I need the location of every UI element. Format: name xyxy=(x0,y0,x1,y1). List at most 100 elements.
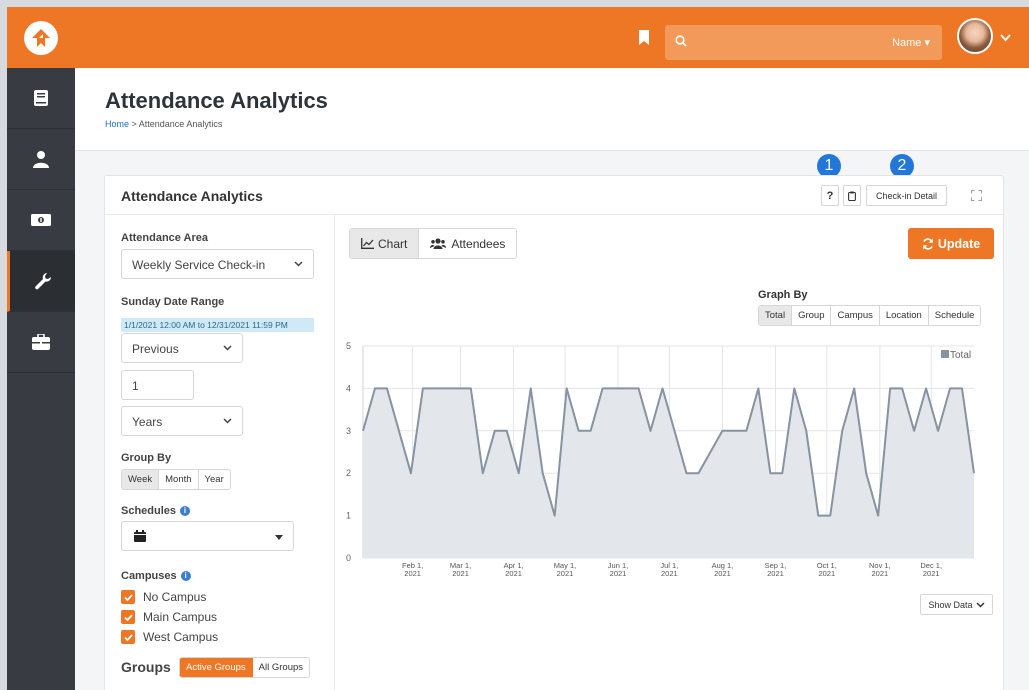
group-by-toggle: Week Month Year xyxy=(121,469,231,490)
y-tick-label: 0 xyxy=(346,553,351,563)
money-icon xyxy=(31,214,51,226)
chevron-down-icon xyxy=(975,601,985,608)
calendar-icon xyxy=(134,530,146,542)
search-input[interactable] xyxy=(695,31,875,54)
person-icon xyxy=(33,151,49,168)
y-tick-label: 3 xyxy=(346,426,351,436)
checkbox-checked-icon xyxy=(121,630,135,644)
attendance-panel: Attendance Analytics ? Check-in Detail A… xyxy=(104,175,1004,690)
graph-by-group[interactable]: Group xyxy=(792,306,832,325)
page-header: Attendance Analytics Home > Attendance A… xyxy=(75,68,1029,151)
panel-title: Attendance Analytics xyxy=(121,188,263,204)
x-tick-label-year: 2021 xyxy=(661,569,678,578)
legend-swatch-total xyxy=(941,350,949,358)
campus-label: No Campus xyxy=(143,590,207,604)
range-type-value: Previous xyxy=(132,342,179,356)
sidebar-item-admin[interactable] xyxy=(7,312,75,373)
info-icon[interactable]: i xyxy=(180,506,191,517)
search-bar: Name ▾ xyxy=(665,25,942,60)
clipboard-button[interactable] xyxy=(843,185,861,206)
range-unit-select[interactable]: Years xyxy=(121,406,243,436)
wrench-icon xyxy=(34,273,51,290)
x-tick-label-year: 2021 xyxy=(610,569,627,578)
help-button[interactable]: ? xyxy=(821,185,839,206)
update-button[interactable]: Update xyxy=(908,228,994,259)
show-data-label: Show Data xyxy=(928,599,973,610)
page-title: Attendance Analytics xyxy=(105,88,328,113)
fullscreen-icon[interactable] xyxy=(971,190,982,204)
legend-label-total: Total xyxy=(950,350,971,361)
chevron-down-icon xyxy=(294,261,303,267)
y-tick-label: 1 xyxy=(346,511,351,521)
campus-checkbox-west-campus[interactable]: West Campus xyxy=(121,630,218,644)
checkin-detail-button[interactable]: Check-in Detail xyxy=(866,185,947,206)
clipboard-icon xyxy=(848,191,856,201)
schedules-picker[interactable] xyxy=(121,521,294,551)
sidebar xyxy=(7,68,75,690)
schedules-label-text: Schedules xyxy=(121,505,177,517)
range-number-value: 1 xyxy=(132,379,139,393)
graph-by-location[interactable]: Location xyxy=(879,306,929,325)
campus-checkbox-main-campus[interactable]: Main Campus xyxy=(121,610,217,624)
range-unit-value: Years xyxy=(132,415,163,429)
breadcrumb-home-link[interactable]: Home xyxy=(105,119,129,129)
rock-logo[interactable] xyxy=(7,7,75,68)
campuses-label-text: Campuses xyxy=(121,570,177,582)
sidebar-item-tools[interactable] xyxy=(7,251,75,312)
briefcase-icon xyxy=(32,334,50,350)
x-tick-label-year: 2021 xyxy=(505,569,522,578)
graph-by-label: Graph By xyxy=(758,289,808,301)
sidebar-item-people[interactable] xyxy=(7,129,75,190)
refresh-icon xyxy=(922,237,933,250)
breadcrumb: Home > Attendance Analytics xyxy=(105,119,222,129)
info-icon[interactable]: i xyxy=(180,571,191,582)
attendance-area-value: Weekly Service Check-in xyxy=(132,258,266,272)
checkbox-checked-icon xyxy=(121,590,135,604)
campus-checkbox-no-campus[interactable]: No Campus xyxy=(121,590,206,604)
panel-header: Attendance Analytics ? Check-in Detail xyxy=(105,176,1003,215)
range-number-input[interactable]: 1 xyxy=(121,370,194,400)
y-tick-label: 4 xyxy=(346,383,351,393)
x-tick-label-year: 2021 xyxy=(767,569,784,578)
y-tick-label: 2 xyxy=(346,468,351,478)
groups-toggle: Active Groups All Groups xyxy=(179,657,311,678)
search-scope-dropdown[interactable]: Name ▾ xyxy=(892,36,930,49)
group-by-label: Group By xyxy=(121,452,172,464)
campus-label: Main Campus xyxy=(143,610,218,624)
x-tick-label-year: 2021 xyxy=(404,569,421,578)
logo-icon xyxy=(24,20,58,55)
group-by-year[interactable]: Year xyxy=(198,470,230,489)
group-by-month[interactable]: Month xyxy=(159,470,199,489)
top-bar: Name ▾ xyxy=(7,7,1029,68)
breadcrumb-separator: > xyxy=(129,119,139,129)
groups-label: Groups xyxy=(121,659,171,675)
attendance-area-select[interactable]: Weekly Service Check-in xyxy=(121,249,314,279)
x-tick-label-year: 2021 xyxy=(923,569,940,578)
y-tick-label: 5 xyxy=(346,341,351,351)
x-tick-label-year: 2021 xyxy=(452,569,469,578)
attendance-area-label: Attendance Area xyxy=(121,232,209,244)
sidebar-item-pages[interactable] xyxy=(7,68,75,129)
bookmark-icon[interactable] xyxy=(638,30,650,48)
campuses-label: Campuses i xyxy=(121,570,191,582)
sidebar-item-finance[interactable] xyxy=(7,190,75,251)
graph-by-schedule[interactable]: Schedule xyxy=(928,306,981,325)
groups-all-option[interactable]: All Groups xyxy=(252,658,310,677)
search-icon xyxy=(675,35,687,50)
date-range-label: Sunday Date Range xyxy=(121,296,225,308)
group-by-week[interactable]: Week xyxy=(122,470,160,489)
graph-by-toggle: Total Group Campus Location Schedule xyxy=(758,305,982,326)
tab-attendees[interactable]: Attendees xyxy=(419,229,517,258)
graph-by-campus[interactable]: Campus xyxy=(831,306,880,325)
x-tick-label-year: 2021 xyxy=(818,569,835,578)
graph-by-total[interactable]: Total xyxy=(759,306,793,325)
show-data-button[interactable]: Show Data xyxy=(920,594,993,615)
filter-column: Attendance Area Weekly Service Check-in … xyxy=(105,215,335,690)
range-type-select[interactable]: Previous xyxy=(121,333,243,363)
chevron-down-icon[interactable] xyxy=(1000,31,1011,45)
schedules-label: Schedules i xyxy=(121,505,191,517)
avatar[interactable] xyxy=(957,18,993,54)
groups-active-option[interactable]: Active Groups xyxy=(180,658,253,677)
tab-chart[interactable]: Chart xyxy=(350,229,420,258)
tab-chart-label: Chart xyxy=(378,236,408,251)
